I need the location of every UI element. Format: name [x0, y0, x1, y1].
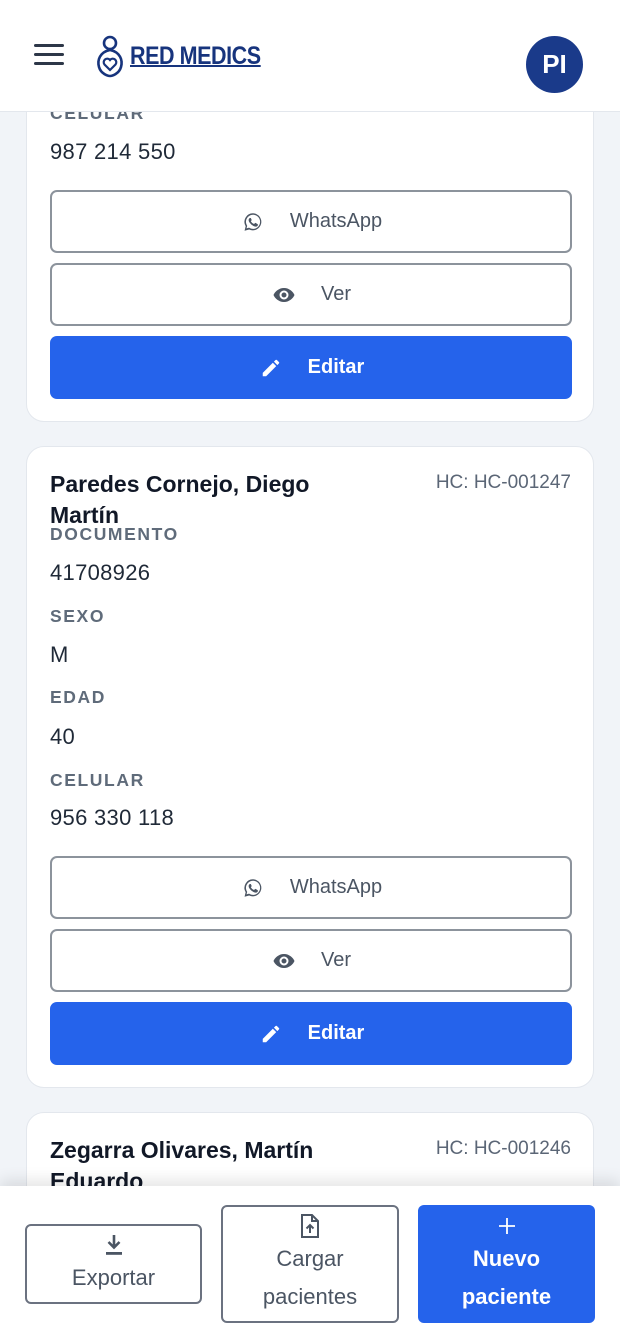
edit-button[interactable]: Editar [50, 1002, 572, 1065]
brand-name: RED MEDICS [130, 41, 261, 70]
file-upload-icon [299, 1212, 321, 1240]
export-button[interactable]: Exportar [25, 1224, 202, 1304]
whatsapp-label: WhatsApp [289, 210, 383, 232]
menu-icon[interactable] [34, 44, 64, 68]
whatsapp-icon [240, 209, 266, 235]
whatsapp-button[interactable]: WhatsApp [50, 190, 572, 253]
eye-icon [271, 948, 297, 974]
upload-label-line1: Cargar [276, 1246, 344, 1271]
view-button[interactable]: Ver [50, 263, 572, 326]
hc-number: HC: HC-001247 [435, 472, 571, 493]
new-patient-button[interactable]: Nuevo paciente [418, 1205, 595, 1323]
upload-label-line2: pacientes [262, 1284, 358, 1309]
sex-value: M [50, 642, 69, 667]
hc-number: HC: HC-001246 [435, 1138, 571, 1159]
new-label-line1: Nuevo [472, 1246, 541, 1271]
whatsapp-button[interactable]: WhatsApp [50, 856, 572, 919]
edit-label: Editar [307, 356, 365, 378]
logo-icon [97, 35, 123, 78]
pencil-icon [258, 1021, 284, 1047]
bottom-action-bar: Exportar Cargar pacientes Nuevo paciente [0, 1186, 620, 1342]
new-label-line2: paciente [461, 1284, 552, 1309]
view-button[interactable]: Ver [50, 929, 572, 992]
age-value: 40 [50, 724, 76, 749]
patient-list[interactable]: CELULAR 987 214 550 WhatsApp Ver Editar … [0, 0, 620, 1342]
document-label: DOCUMENTO [50, 524, 179, 544]
patient-name: Paredes Cornejo, Diego Martín [50, 471, 310, 528]
brand-logo[interactable]: RED MEDICS [94, 34, 282, 78]
patient-card: Paredes Cornejo, Diego Martín HC: HC-001… [26, 446, 594, 1088]
download-icon [103, 1231, 125, 1259]
sex-label: SEXO [50, 606, 106, 626]
plus-icon [497, 1212, 517, 1240]
eye-icon [271, 282, 297, 308]
edit-label: Editar [307, 1022, 365, 1044]
export-label: Exportar [71, 1265, 156, 1290]
pencil-icon [258, 355, 284, 381]
age-label: EDAD [50, 687, 106, 707]
edit-button[interactable]: Editar [50, 336, 572, 399]
view-label: Ver [320, 949, 352, 971]
phone-value: 956 330 118 [50, 805, 175, 830]
user-avatar[interactable]: PI [526, 36, 583, 93]
app-header: RED MEDICS PI [0, 0, 620, 112]
whatsapp-icon [240, 875, 266, 901]
view-label: Ver [320, 283, 352, 305]
patient-card: CELULAR 987 214 550 WhatsApp Ver Editar [26, 60, 594, 422]
whatsapp-label: WhatsApp [289, 876, 383, 898]
phone-label: CELULAR [50, 770, 145, 790]
document-value: 41708926 [50, 560, 151, 585]
upload-patients-button[interactable]: Cargar pacientes [221, 1205, 399, 1323]
phone-value: 987 214 550 [50, 139, 176, 164]
